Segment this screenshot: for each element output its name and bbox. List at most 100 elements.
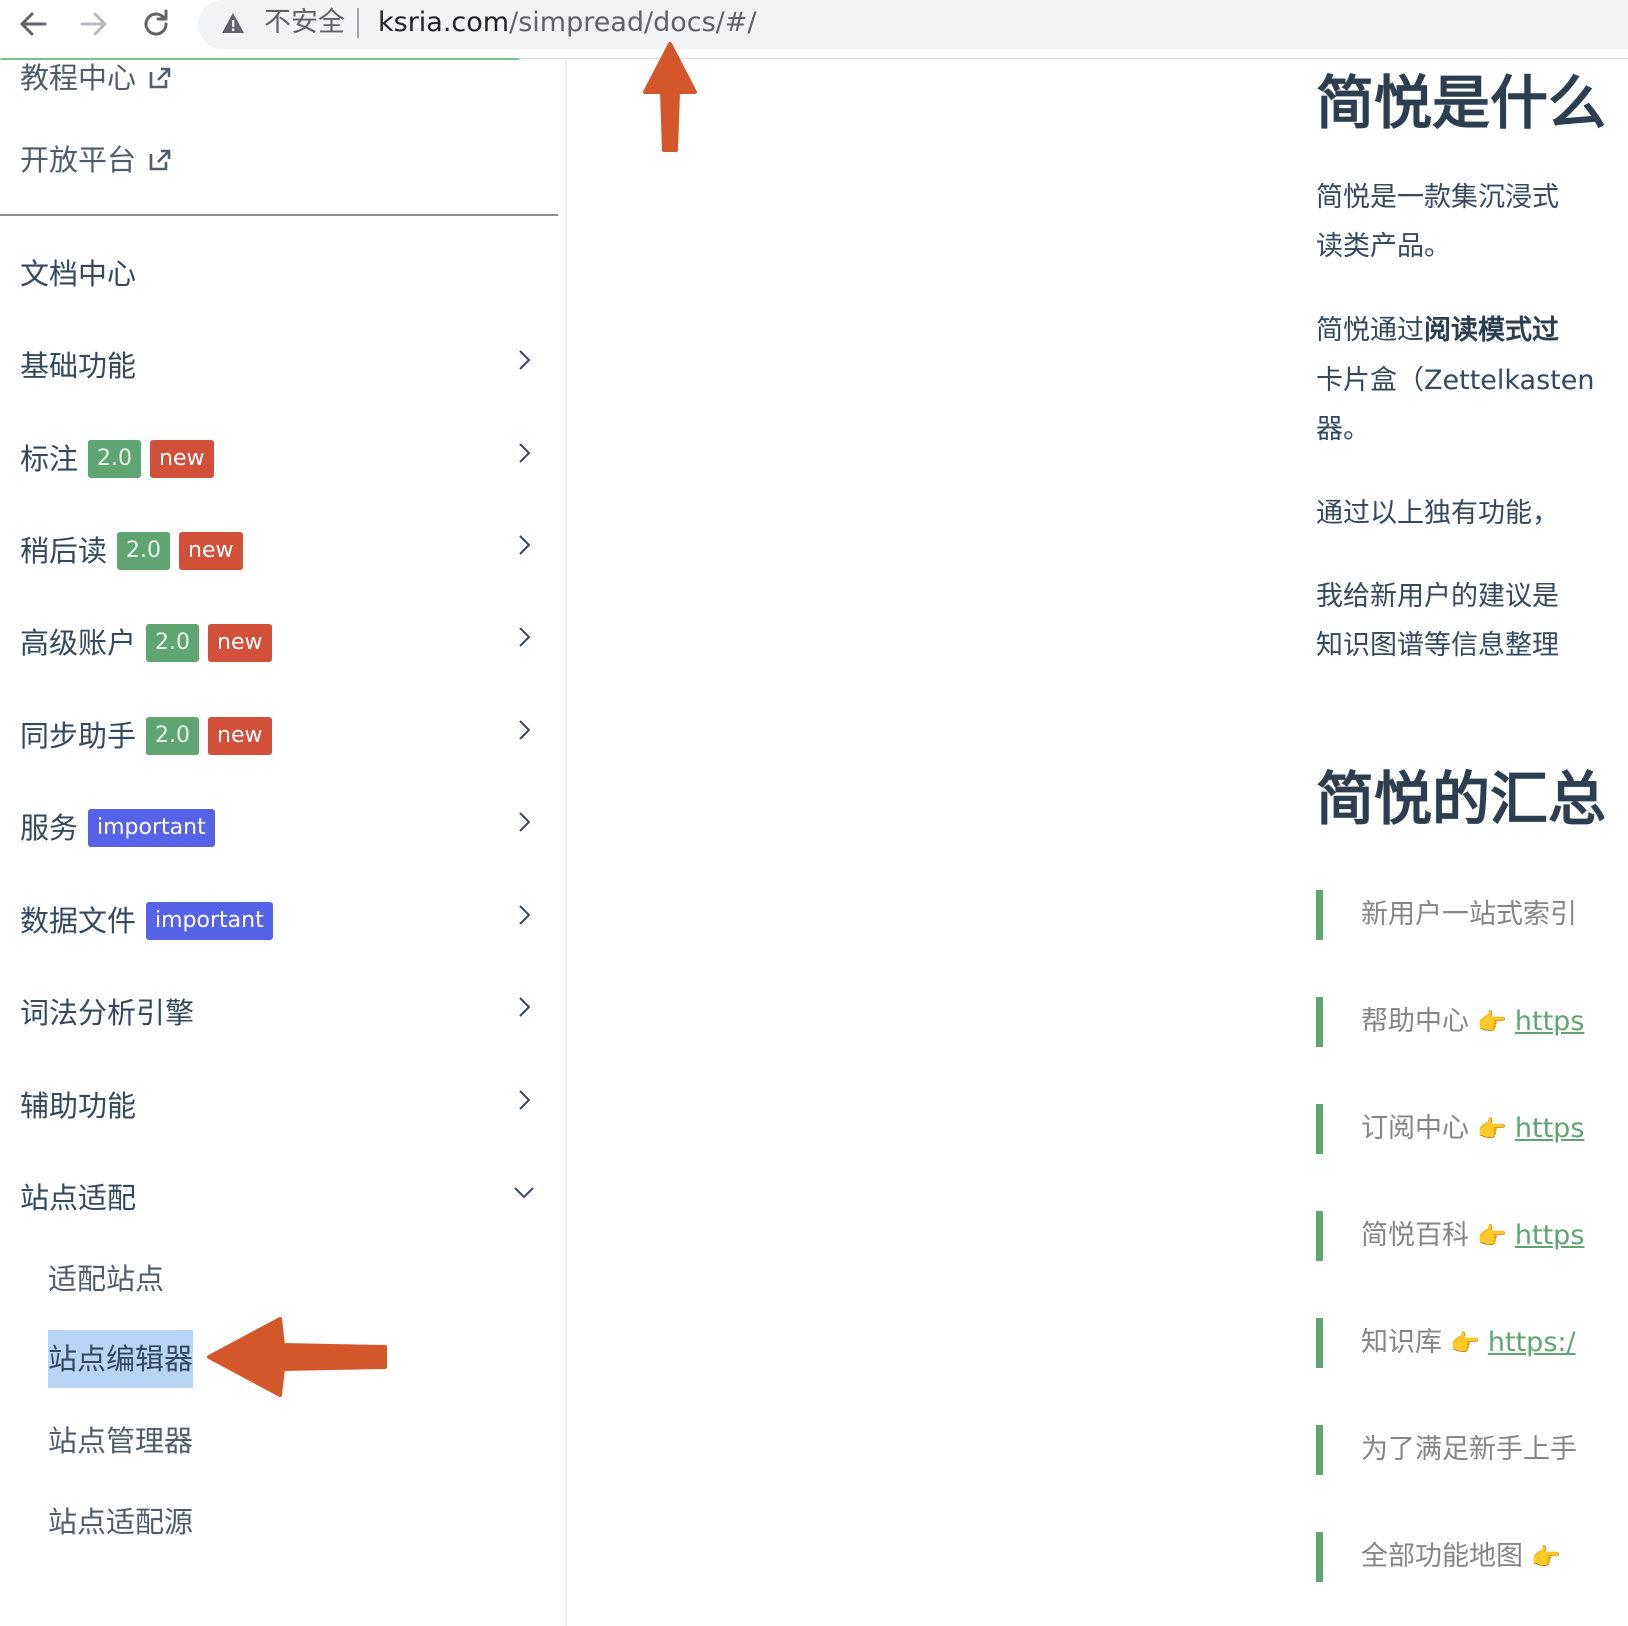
sidebar-item-label: 服务 (20, 811, 79, 845)
paragraph-text: 简悦通过 (1316, 315, 1424, 346)
url-path: /simpread/docs/#/ (509, 7, 757, 38)
quote-text: 为了满足新手上手 (1361, 1434, 1577, 1465)
chevron-right-icon (512, 810, 536, 834)
chevron-right-icon (512, 1088, 536, 1112)
paragraph-line: 器。 (1316, 414, 1370, 445)
blockquote: 简悦百科 👉 https (1316, 1211, 1628, 1261)
pointing-hand-icon: 👉 (1477, 1008, 1507, 1036)
quote-text: 新用户一站式索引 (1361, 899, 1577, 930)
quote-text: 知识库 (1361, 1327, 1442, 1358)
sidebar-item-basic-features[interactable]: 基础功能 (0, 336, 558, 396)
pointing-hand-icon: 👉 (1450, 1329, 1480, 1357)
paragraph-line: 我给新用户的建议是 (1316, 581, 1559, 612)
important-badge: important (88, 809, 215, 847)
chevron-right-icon (512, 718, 536, 742)
quote-link[interactable]: https (1515, 1006, 1585, 1037)
sidebar-item-label: 站点适配 (20, 1181, 137, 1215)
sidebar-subitem-site-manager[interactable]: 站点管理器 (48, 1421, 193, 1461)
new-badge: new (150, 440, 214, 478)
chevron-right-icon (512, 441, 536, 465)
paragraph-line: 通过以上独有功能， (1316, 498, 1559, 529)
sidebar-item-lexical-engine[interactable]: 词法分析引擎 (0, 983, 558, 1043)
annotation-arrow-left-icon (207, 1317, 387, 1397)
new-badge: new (208, 717, 272, 755)
version-badge: 2.0 (146, 717, 200, 755)
important-badge: important (146, 902, 273, 940)
url-host: ksria.com (378, 7, 510, 38)
sidebar-item-accessibility[interactable]: 辅助功能 (0, 1076, 558, 1136)
sidebar-item-read-later[interactable]: 稍后读 2.0 new (0, 521, 558, 581)
blockquote: 全部功能地图 👉 (1316, 1532, 1628, 1582)
sidebar-item-label: 词法分析引擎 (20, 996, 195, 1030)
page-title: 简悦是什么 (1316, 69, 1607, 137)
paragraph-line: 简悦通过阅读模式过 (1316, 306, 1559, 355)
version-badge: 2.0 (146, 624, 200, 662)
pointing-hand-icon: 👉 (1531, 1543, 1561, 1571)
sidebar-divider (0, 214, 558, 216)
sidebar-item-label: 辅助功能 (20, 1089, 137, 1123)
annotation-arrow-up-icon (643, 42, 697, 152)
sidebar-item-site-adaptation[interactable]: 站点适配 (0, 1168, 558, 1228)
paragraph-line: 读类产品。 (1316, 231, 1451, 262)
blockquote: 帮助中心 👉 https (1316, 997, 1628, 1047)
sidebar-item-label: 高级账户 (20, 626, 137, 660)
paragraph-line: 简悦是一款集沉浸式 (1316, 182, 1559, 213)
version-badge: 2.0 (88, 440, 142, 478)
paragraph-bold-text: 阅读模式过 (1424, 315, 1559, 346)
sidebar-section-title: 文档中心 (20, 257, 137, 291)
external-link-icon (148, 142, 172, 171)
forward-arrow-icon[interactable] (74, 4, 114, 44)
pointing-hand-icon: 👉 (1477, 1115, 1507, 1143)
sidebar-item-label: 同步助手 (20, 719, 137, 753)
security-label[interactable]: 不安全 (264, 3, 345, 43)
paragraph-line: 知识图谱等信息整理 (1316, 630, 1559, 661)
sidebar-item-services[interactable]: 服务 important (0, 798, 558, 858)
new-badge: new (179, 532, 243, 570)
chevron-right-icon (512, 903, 536, 927)
sidebar-item-label: 稍后读 (20, 534, 108, 568)
quote-link[interactable]: https:/ (1488, 1327, 1576, 1358)
sidebar-subitem-site-editor[interactable]: 站点编辑器 (48, 1330, 194, 1388)
chevron-right-icon (512, 348, 536, 372)
url-text[interactable]: ksria.com/simpread/docs/#/ (378, 3, 757, 43)
sidebar-item-sync-assistant[interactable]: 同步助手 2.0 new (0, 706, 558, 766)
chevron-right-icon (512, 625, 536, 649)
version-badge: 2.0 (117, 532, 171, 570)
sidebar-subitem-adapted-sites[interactable]: 适配站点 (48, 1259, 164, 1299)
sidebar-subitem-adaptation-source[interactable]: 站点适配源 (48, 1502, 193, 1542)
quote-text: 全部功能地图 (1361, 1541, 1523, 1572)
section-heading: 简悦的汇总 (1316, 765, 1607, 833)
reload-icon[interactable] (136, 4, 176, 44)
browser-toolbar: 不安全 ksria.com/simpread/docs/#/ (0, 0, 1628, 64)
sidebar-item-data-files[interactable]: 数据文件 important (0, 891, 558, 951)
warning-icon[interactable] (220, 10, 246, 36)
sidebar-item-premium-account[interactable]: 高级账户 2.0 new (0, 613, 558, 673)
blockquote: 新用户一站式索引 (1316, 890, 1628, 940)
sidebar-link-tutorials[interactable]: 教程中心 (20, 60, 172, 98)
quote-text: 帮助中心 (1361, 1006, 1469, 1037)
quote-link[interactable]: https (1515, 1113, 1585, 1144)
sidebar-link-label: 教程中心 (20, 61, 137, 95)
new-badge: new (208, 624, 272, 662)
address-separator (357, 8, 359, 38)
pointing-hand-icon: 👉 (1477, 1222, 1507, 1250)
chevron-right-icon (512, 533, 536, 557)
sidebar-item-label: 基础功能 (20, 349, 137, 383)
quote-link[interactable]: https (1515, 1220, 1585, 1251)
quote-text: 简悦百科 (1361, 1220, 1469, 1251)
paragraph-line: 卡片盒（Zettelkasten (1316, 365, 1595, 396)
blockquote: 知识库 👉 https:/ (1316, 1318, 1628, 1368)
quote-text: 订阅中心 (1361, 1113, 1469, 1144)
blockquote: 为了满足新手上手 (1316, 1425, 1628, 1475)
chevron-down-icon (512, 1180, 536, 1204)
main-content: 简悦是什么 简悦是一款集沉浸式 读类产品。 简悦通过阅读模式过 卡片盒（Zett… (1316, 60, 1628, 1626)
sidebar-link-open-platform[interactable]: 开放平台 (20, 140, 172, 180)
blockquote: 订阅中心 👉 https (1316, 1104, 1628, 1154)
back-arrow-icon[interactable] (13, 4, 53, 44)
sidebar-item-label: 标注 (20, 442, 79, 476)
sidebar-item-annotation[interactable]: 标注 2.0 new (0, 429, 558, 489)
chevron-right-icon (512, 995, 536, 1019)
sidebar-link-label: 开放平台 (20, 143, 137, 177)
external-link-icon (148, 60, 172, 89)
sidebar-item-label: 数据文件 (20, 904, 137, 938)
